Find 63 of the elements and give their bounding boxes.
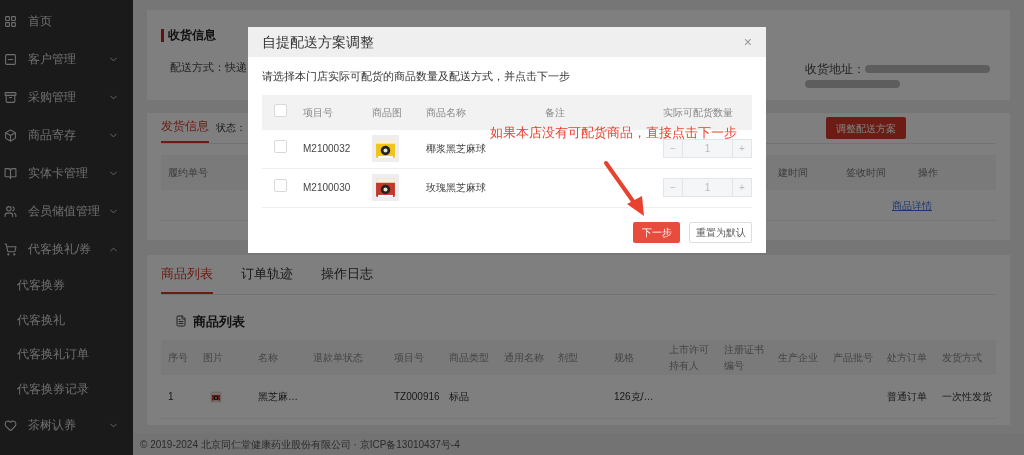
sidebar-item[interactable]: 采购管理 xyxy=(0,78,133,116)
checkbox[interactable] xyxy=(274,103,287,117)
dialog-instruction: 请选择本门店实际可配货的商品数量及配送方式，并点击下一步 xyxy=(262,69,571,84)
table-cell: 126克/… xyxy=(614,391,654,402)
menu-icon xyxy=(4,242,17,256)
table-cell-text: 玫瑰黑芝麻球 xyxy=(426,181,487,196)
tab[interactable]: 订单轨迹 xyxy=(241,264,293,294)
address-label: 收货地址： xyxy=(805,61,865,78)
menu-icon xyxy=(4,128,17,142)
table-cell: 黑芝麻… xyxy=(258,391,298,402)
menu-icon xyxy=(4,52,17,66)
column-header: 商品名称 xyxy=(426,105,467,120)
table-cell-text: M2100032 xyxy=(303,142,352,157)
quantity-value: 1 xyxy=(703,181,712,196)
table-cell: TZ000916 xyxy=(394,391,440,402)
annotation-text: 如果本店没有可配货商品，直接点击下一步 xyxy=(490,124,737,142)
submenu-item[interactable]: 代客换礼 xyxy=(0,302,133,337)
submenu-item[interactable]: 代客换券记录 xyxy=(0,371,133,406)
table-cell: 普通订单 xyxy=(887,391,927,402)
delivery-method: 配送方式：快递 xyxy=(170,60,247,75)
column-header: 商品图 xyxy=(372,105,403,120)
tab[interactable]: 商品列表 xyxy=(161,264,213,294)
submenu-item[interactable]: 代客换券 xyxy=(0,268,133,303)
column-header: 项目号 xyxy=(303,105,334,120)
quantity-value: 1 xyxy=(703,142,712,157)
checkbox[interactable] xyxy=(274,179,287,193)
next-step-button[interactable]: 下一步 xyxy=(633,221,680,243)
checkbox[interactable] xyxy=(274,140,287,154)
menu-icon xyxy=(4,90,17,104)
status-label: 状态： xyxy=(216,121,246,135)
sidebar-item[interactable]: 首页 xyxy=(0,2,133,40)
sidebar-item[interactable]: 客户管理 xyxy=(0,40,133,78)
table-cell: 1 xyxy=(168,391,174,402)
menu-icon xyxy=(4,14,17,28)
column-header: 实际可配货数量 xyxy=(663,105,734,120)
tab[interactable]: 操作日志 xyxy=(321,264,373,294)
section-title: 商品列表 xyxy=(193,312,245,331)
close-button[interactable]: × xyxy=(743,35,752,49)
section-title: 收货信息 xyxy=(168,27,216,44)
menu-icon xyxy=(4,418,17,432)
sidebar-item[interactable]: 代客换礼/券 xyxy=(0,230,133,268)
quantity-stepper[interactable]: − 1 + xyxy=(663,178,752,198)
product-detail-link[interactable]: 商品详情 xyxy=(892,197,932,213)
quantity-stepper[interactable]: − 1 + xyxy=(663,139,752,159)
table-cell-text: 椰浆黑芝麻球 xyxy=(426,142,487,157)
submenu-item[interactable]: 代客换礼订单 xyxy=(0,337,133,372)
adjust-delivery-button[interactable]: 调整配送方案 xyxy=(826,117,906,139)
sidebar-item[interactable]: 茶树认养 xyxy=(0,406,133,444)
document-icon xyxy=(175,315,187,328)
table-cell-text: M2100030 xyxy=(303,181,352,196)
sidebar-item[interactable]: 实体卡管理 xyxy=(0,154,133,192)
decrement-button[interactable]: − xyxy=(664,140,683,158)
menu-icon xyxy=(4,166,17,180)
menu-icon xyxy=(4,204,17,218)
sidebar-item[interactable]: 商品寄存 xyxy=(0,116,133,154)
tab[interactable]: 发货信息 xyxy=(161,117,209,143)
footer-copyright: © 2019-2024 北京同仁堂健康药业股份有限公司 · 京ICP备13010437号-4 xyxy=(140,437,460,452)
dialog-title: 自提配送方案调整 xyxy=(262,32,374,52)
reset-button[interactable]: 重置为默认 xyxy=(689,221,752,243)
column-header: 备注 xyxy=(545,105,566,120)
table-cell: 标品 xyxy=(449,391,469,402)
sidebar-item[interactable]: 会员储值管理 xyxy=(0,192,133,230)
decrement-button[interactable]: − xyxy=(664,179,683,197)
